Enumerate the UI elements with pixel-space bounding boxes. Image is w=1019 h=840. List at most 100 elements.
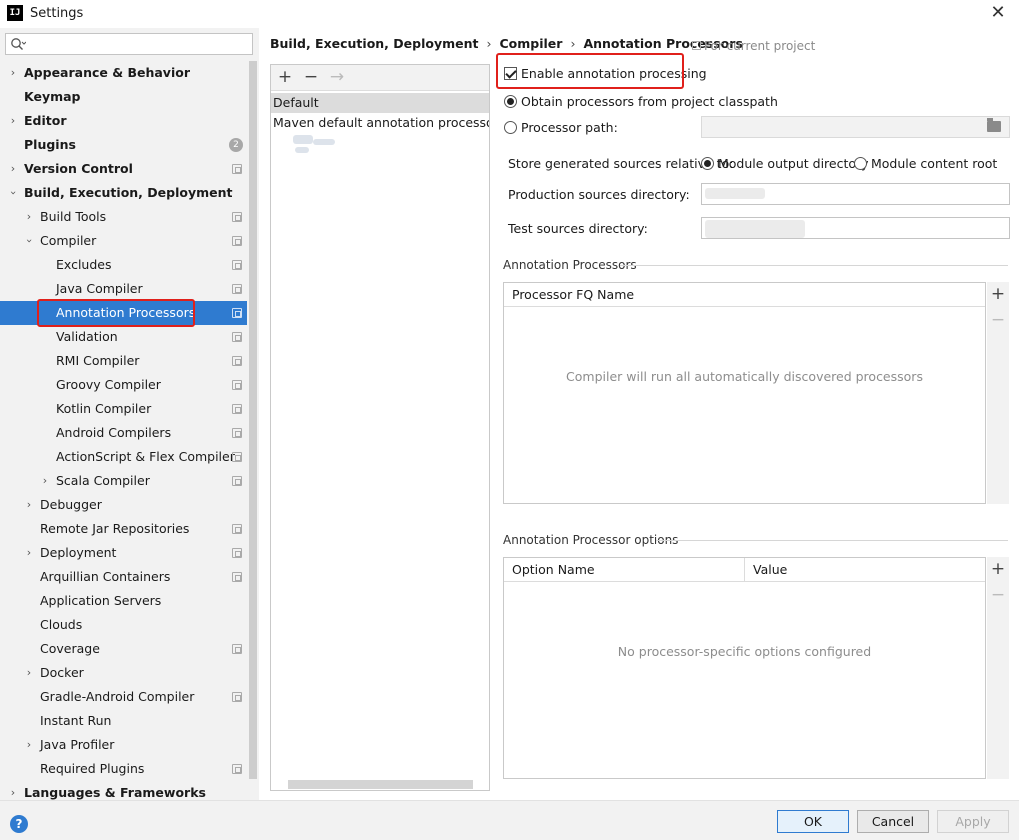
tree-item-gradle-android-compiler[interactable]: Gradle-Android Compiler xyxy=(0,685,247,709)
radio-selected-icon[interactable] xyxy=(701,157,714,170)
option-name-header[interactable]: Option Name xyxy=(504,558,745,582)
tree-item-rmi-compiler[interactable]: RMI Compiler xyxy=(0,349,247,373)
radio-unselected-icon[interactable] xyxy=(854,157,867,170)
tree-item-label: Annotation Processors xyxy=(56,305,196,320)
profiles-horizontal-scrollbar[interactable] xyxy=(288,780,473,789)
chevron-down-icon[interactable]: › xyxy=(1,188,25,198)
tree-item-scala-compiler[interactable]: › Scala Compiler xyxy=(0,469,247,493)
tree-item-label: Appearance & Behavior xyxy=(24,65,190,80)
tree-item-build-execution-deployment[interactable]: › Build, Execution, Deployment xyxy=(0,181,247,205)
tree-item-excludes[interactable]: Excludes xyxy=(0,253,247,277)
chevron-right-icon[interactable]: › xyxy=(8,61,18,85)
chevron-right-icon[interactable]: › xyxy=(8,109,18,133)
tree-item-coverage[interactable]: Coverage xyxy=(0,637,247,661)
value-header[interactable]: Value xyxy=(745,558,985,582)
chevron-right-icon[interactable]: › xyxy=(24,661,34,685)
tree-item-appearance[interactable]: › Appearance & Behavior xyxy=(0,61,247,85)
remove-option-button[interactable]: − xyxy=(987,583,1009,607)
help-icon[interactable]: ? xyxy=(10,815,28,833)
tree-item-arquillian-containers[interactable]: Arquillian Containers xyxy=(0,565,247,589)
redacted-text xyxy=(313,139,335,145)
processor-path-field[interactable] xyxy=(701,116,1010,138)
tree-item-label: Instant Run xyxy=(40,713,112,728)
tree-item-java-compiler[interactable]: Java Compiler xyxy=(0,277,247,301)
tree-item-build-tools[interactable]: › Build Tools xyxy=(0,205,247,229)
processor-path-radio[interactable]: Processor path: xyxy=(504,120,618,136)
tree-item-label: Kotlin Compiler xyxy=(56,401,152,416)
tree-item-groovy-compiler[interactable]: Groovy Compiler xyxy=(0,373,247,397)
project-level-icon xyxy=(232,164,242,174)
chevron-down-icon[interactable]: › xyxy=(17,236,41,246)
tree-item-compiler[interactable]: › Compiler xyxy=(0,229,247,253)
tree-item-actionscript-flex-compiler[interactable]: ActionScript & Flex Compiler xyxy=(0,445,247,469)
tree-item-label: Gradle-Android Compiler xyxy=(40,689,195,704)
add-option-button[interactable]: + xyxy=(987,557,1009,581)
project-level-icon xyxy=(232,548,242,558)
move-to-profile-button[interactable]: → xyxy=(327,67,347,87)
tree-item-debugger[interactable]: › Debugger xyxy=(0,493,247,517)
apply-button[interactable]: Apply xyxy=(937,810,1009,833)
radio-selected-icon[interactable] xyxy=(504,95,517,108)
tree-item-label: Application Servers xyxy=(40,593,162,608)
tree-item-instant-run[interactable]: Instant Run xyxy=(0,709,247,733)
add-profile-button[interactable]: + xyxy=(275,67,295,87)
cancel-button[interactable]: Cancel xyxy=(857,810,929,833)
tree-item-android-compilers[interactable]: Android Compilers xyxy=(0,421,247,445)
tree-item-label: Android Compilers xyxy=(56,425,172,440)
profile-default[interactable]: Default xyxy=(271,93,489,113)
chevron-right-icon[interactable]: › xyxy=(24,541,34,565)
profile-maven-default[interactable]: Maven default annotation processors pro xyxy=(271,113,489,133)
tree-item-kotlin-compiler[interactable]: Kotlin Compiler xyxy=(0,397,247,421)
tree-item-version-control[interactable]: › Version Control xyxy=(0,157,247,181)
remove-processor-button[interactable]: − xyxy=(987,308,1009,332)
tree-item-label: RMI Compiler xyxy=(56,353,140,368)
tree-item-clouds[interactable]: Clouds xyxy=(0,613,247,637)
radio-unselected-icon[interactable] xyxy=(504,121,517,134)
tree-item-application-servers[interactable]: Application Servers xyxy=(0,589,247,613)
ok-button[interactable]: OK xyxy=(777,810,849,833)
module-output-directory-radio[interactable]: Module output directory xyxy=(701,156,869,172)
enable-annotation-processing-checkbox[interactable]: Enable annotation processing xyxy=(504,66,707,82)
chevron-right-icon[interactable]: › xyxy=(24,493,34,517)
redacted-text xyxy=(295,147,309,153)
store-generated-sources-label: Store generated sources relative to: xyxy=(508,156,734,171)
breadcrumb-item[interactable]: Build, Execution, Deployment xyxy=(270,36,478,51)
add-processor-button[interactable]: + xyxy=(987,282,1009,306)
processors-table: Processor FQ Name Compiler will run all … xyxy=(503,282,986,504)
tree-item-java-profiler[interactable]: › Java Profiler xyxy=(0,733,247,757)
folder-icon[interactable] xyxy=(987,118,1001,132)
module-content-root-radio[interactable]: Module content root xyxy=(854,156,997,172)
options-side-toolbar: + − xyxy=(987,557,1009,779)
chevron-right-icon[interactable]: › xyxy=(24,205,34,229)
chevron-right-icon[interactable]: › xyxy=(8,157,18,181)
chevron-right-icon[interactable]: › xyxy=(40,469,50,493)
sidebar-scrollbar[interactable] xyxy=(249,61,257,779)
breadcrumb-item[interactable]: Compiler xyxy=(499,36,562,51)
tree-item-deployment[interactable]: › Deployment xyxy=(0,541,247,565)
section-divider xyxy=(656,540,1008,541)
tree-item-validation[interactable]: Validation xyxy=(0,325,247,349)
processor-options-table: Option Name Value No processor-specific … xyxy=(503,557,986,779)
remove-profile-button[interactable]: − xyxy=(301,67,321,87)
tree-item-annotation-processors[interactable]: Annotation Processors xyxy=(0,301,247,325)
tree-item-plugins[interactable]: Plugins 2 xyxy=(0,133,247,157)
processors-empty-message: Compiler will run all automatically disc… xyxy=(566,369,923,384)
close-icon[interactable]: ✕ xyxy=(988,2,1008,24)
tree-item-label: Clouds xyxy=(40,617,83,632)
tree-item-editor[interactable]: › Editor xyxy=(0,109,247,133)
breadcrumb: Build, Execution, Deployment › Compiler › An… xyxy=(270,36,743,51)
processor-fq-name-header[interactable]: Processor FQ Name xyxy=(504,283,985,307)
obtain-from-classpath-radio[interactable]: Obtain processors from project classpath xyxy=(504,94,778,110)
project-level-icon xyxy=(232,452,242,462)
chevron-right-icon[interactable]: › xyxy=(24,733,34,757)
tree-item-docker[interactable]: › Docker xyxy=(0,661,247,685)
search-input[interactable] xyxy=(5,33,253,55)
tree-item-required-plugins[interactable]: Required Plugins xyxy=(0,757,247,781)
tree-item-label: Arquillian Containers xyxy=(40,569,171,584)
processor-options-section-title: Annotation Processor options xyxy=(503,533,679,547)
project-level-icon xyxy=(232,236,242,246)
tree-item-label: Deployment xyxy=(40,545,117,560)
tree-item-remote-jar-repositories[interactable]: Remote Jar Repositories xyxy=(0,517,247,541)
tree-item-keymap[interactable]: Keymap xyxy=(0,85,247,109)
checkbox-checked-icon[interactable] xyxy=(504,67,517,80)
